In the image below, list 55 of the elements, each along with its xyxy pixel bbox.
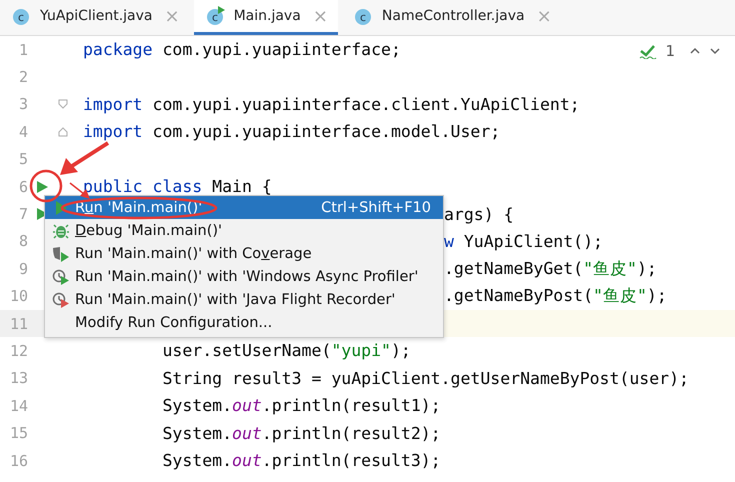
menu-item[interactable]: Debug 'Main.main()': [45, 219, 443, 242]
line-number: 11: [8, 314, 28, 333]
class-file-icon: c: [354, 6, 374, 26]
line-number: 8: [18, 232, 28, 250]
run-icon[interactable]: [35, 180, 49, 194]
code-line: w YuApiClient();: [444, 232, 603, 251]
line-number: 6: [18, 178, 28, 196]
fold-icon[interactable]: [58, 99, 68, 110]
line-number: 10: [8, 287, 28, 306]
code-line: import com.yupi.yuapiinterface.client.YuApiClient;: [83, 94, 580, 114]
code-line: package com.yupi.yuapiinterface;: [83, 40, 401, 60]
code-line: user.setUserName("yupi");: [161, 341, 411, 360]
annotation-arrow: [60, 141, 110, 175]
run-icon: [54, 200, 68, 216]
code-line: System.out.println(result3);: [161, 451, 441, 470]
line-number: 3: [18, 95, 28, 114]
shortcut-text: Ctrl+Shift+F10: [321, 200, 431, 216]
check-icon[interactable]: [639, 43, 658, 59]
line-number: 5: [18, 150, 28, 168]
menu-item[interactable]: Run 'Main.main()' with 'Java Flight Recorder': [45, 288, 443, 311]
profiler-icon: [52, 292, 70, 308]
menu-item[interactable]: Run 'Main.main()' with Coverage: [45, 242, 443, 265]
line-number: 14: [8, 396, 28, 415]
code-line: System.out.println(result1);: [161, 396, 441, 416]
code-line: .getNameByPost("鱼皮");: [444, 286, 667, 306]
file-tab[interactable]: c YuApiClient.java ×: [0, 0, 190, 35]
line-number: 4: [18, 122, 28, 141]
file-tab[interactable]: c NameController.java ×: [342, 0, 562, 35]
line-number: 2: [18, 68, 28, 86]
menu-item[interactable]: Modify Run Configuration...: [45, 311, 443, 334]
code-line: public class Main {: [83, 177, 272, 196]
problem-count: 1: [665, 42, 675, 60]
coverage-icon: [52, 246, 70, 262]
line-number: 13: [8, 369, 28, 388]
file-tab[interactable]: c Main.java ×: [194, 0, 338, 35]
code-line: import com.yupi.yuapiinterface.model.User;: [83, 122, 500, 142]
bug-icon: [53, 222, 69, 238]
line-number: 15: [8, 424, 28, 442]
code-line: String result3 = yuApiClient.getUserNameByPost(user);: [161, 368, 689, 388]
line-number: 12: [8, 342, 28, 360]
fold-icon[interactable]: [58, 126, 68, 137]
line-number: 1: [18, 40, 28, 59]
annotation-circle: [30, 170, 62, 202]
line-number: 7: [18, 205, 28, 224]
class-file-icon: c: [12, 6, 32, 26]
code-line: .getNameByGet("鱼皮");: [444, 258, 657, 278]
profiler-icon: [52, 268, 70, 284]
line-number: 9: [18, 260, 28, 278]
menu-item[interactable]: Run 'Main.main()' with 'Windows Async Profiler': [45, 265, 443, 288]
line-number: 16: [8, 452, 28, 470]
code-line: args) {: [444, 204, 514, 224]
code-line: System.out.println(result2);: [161, 424, 441, 443]
chevron-down-icon[interactable]: [709, 46, 721, 56]
chevron-up-icon[interactable]: [689, 46, 701, 56]
class-file-icon: c: [206, 6, 226, 26]
